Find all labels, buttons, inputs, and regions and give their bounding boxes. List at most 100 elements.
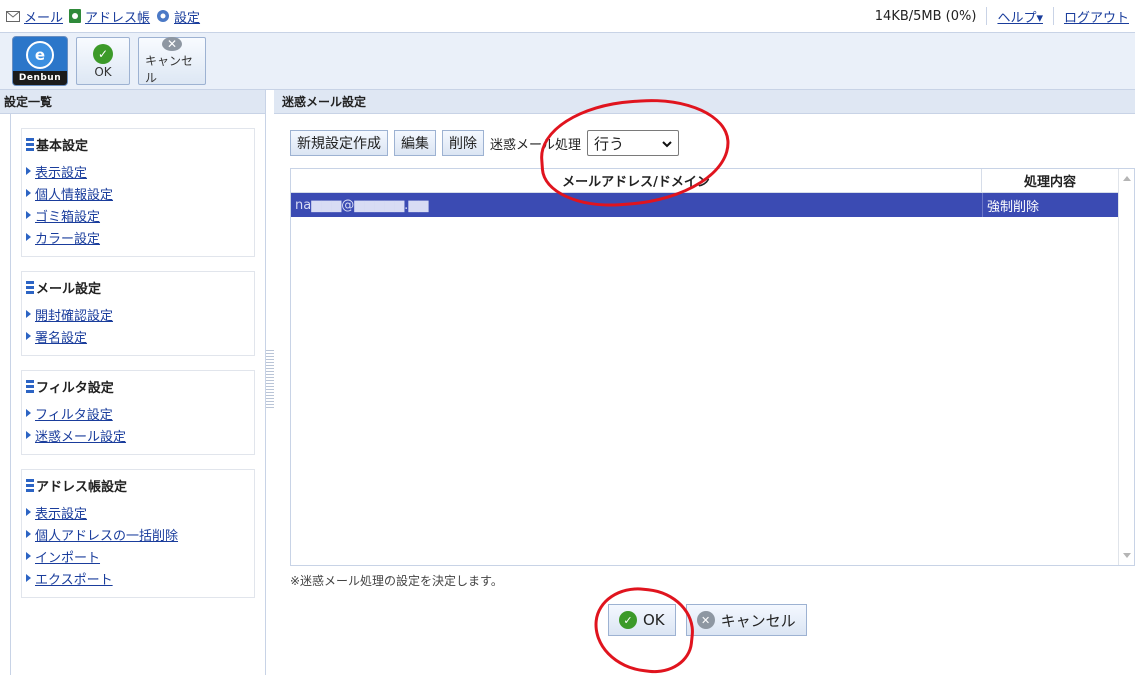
arrow-icon [26, 552, 31, 560]
cancel-icon: ✕ [162, 36, 182, 51]
divider [986, 7, 988, 25]
settings-link[interactable]: 表示設定 [22, 501, 254, 523]
settings-link-label[interactable]: エクスポート [35, 569, 113, 588]
arrow-icon [26, 431, 31, 439]
toolbar-ok-button[interactable]: ✓ OK [76, 37, 130, 85]
settings-link[interactable]: 個人アドレスの一括削除 [22, 523, 254, 545]
group-title: フィルタ設定 [22, 377, 254, 396]
logo-letter: e [26, 41, 54, 69]
settings-link[interactable]: 署名設定 [22, 325, 254, 347]
settings-link[interactable]: 迷惑メール設定 [22, 424, 254, 446]
grip-icon [26, 280, 34, 295]
settings-link-label[interactable]: 表示設定 [35, 503, 87, 522]
settings-link[interactable]: 開封確認設定 [22, 303, 254, 325]
table-header: メールアドレス/ドメイン 処理内容 [291, 169, 1134, 193]
grip-icon [26, 379, 34, 394]
table-row[interactable]: na▆▆▆@▆▆▆▆▆.▆▆ 強制削除 [291, 193, 1118, 217]
scroll-down-icon[interactable] [1123, 553, 1131, 558]
arrow-icon [26, 409, 31, 417]
note-text: ※迷惑メール処理の設定を決定します。 [290, 574, 503, 588]
panel-splitter[interactable] [266, 350, 274, 410]
dialog-buttons: ✓ OK ✕ キャンセル [608, 604, 807, 636]
settings-link[interactable]: インポート [22, 545, 254, 567]
nav-addressbook[interactable]: アドレス帳 [69, 7, 150, 26]
nav-settings[interactable]: 設定 [156, 7, 200, 26]
chevron-down-icon [662, 134, 672, 152]
scroll-up-icon[interactable] [1123, 176, 1131, 181]
arrow-icon [26, 310, 31, 318]
settings-link[interactable]: ゴミ箱設定 [22, 204, 254, 226]
logo-text: Denbun [13, 71, 67, 85]
ok-button[interactable]: ✓ OK [608, 604, 676, 636]
new-setting-button[interactable]: 新規設定作成 [290, 130, 388, 156]
check-icon: ✓ [619, 611, 637, 629]
settings-link[interactable]: エクスポート [22, 567, 254, 589]
group-mail: メール設定 開封確認設定 署名設定 [21, 271, 255, 356]
top-right: 14KB/5MB (0%) ヘルプ▾ ログアウト [875, 7, 1129, 26]
spam-processing-value: 行う [594, 134, 625, 153]
spam-processing-label: 迷惑メール処理 [490, 137, 582, 153]
settings-link[interactable]: 表示設定 [22, 160, 254, 182]
arrow-icon [26, 530, 31, 538]
toolbar-cancel-label: キャンセル [145, 53, 194, 85]
settings-link-label[interactable]: 個人アドレスの一括削除 [35, 525, 178, 544]
settings-link-label[interactable]: 表示設定 [35, 162, 87, 181]
nav-addressbook-label[interactable]: アドレス帳 [85, 7, 150, 26]
toolbar-ok-label: OK [94, 64, 112, 79]
cell-address: na▆▆▆@▆▆▆▆▆.▆▆ [295, 197, 429, 213]
settings-link[interactable]: 個人情報設定 [22, 182, 254, 204]
logout-link[interactable]: ログアウト [1064, 7, 1129, 26]
arrow-icon [26, 189, 31, 197]
settings-link-label[interactable]: 署名設定 [35, 327, 87, 346]
cancel-button[interactable]: ✕ キャンセル [685, 604, 807, 636]
help-menu[interactable]: ヘルプ▾ [997, 7, 1043, 26]
settings-link-label[interactable]: ゴミ箱設定 [35, 206, 100, 225]
top-nav: メール アドレス帳 設定 [6, 7, 200, 26]
mail-icon [6, 10, 20, 22]
nav-settings-label[interactable]: 設定 [174, 7, 200, 26]
gear-icon [156, 9, 170, 23]
addressbook-icon [69, 9, 82, 23]
arrow-icon [26, 167, 31, 175]
settings-link-label[interactable]: フィルタ設定 [35, 404, 113, 423]
nav-mail-label[interactable]: メール [24, 7, 63, 26]
spam-settings-title: 迷惑メール設定 [274, 90, 1135, 114]
spam-toolbar: 新規設定作成 編集 削除 迷惑メール処理 行う [290, 130, 680, 156]
settings-list-panel: 設定一覧 基本設定 表示設定 個人情報設定 ゴミ箱設定 カラー設定 メール設定 … [0, 90, 266, 675]
group-title-label: メール設定 [36, 282, 102, 297]
settings-link[interactable]: カラー設定 [22, 226, 254, 248]
settings-groups: 基本設定 表示設定 個人情報設定 ゴミ箱設定 カラー設定 メール設定 開封確認設… [10, 114, 256, 675]
spam-processing-select[interactable]: 行う [587, 130, 680, 156]
edit-button[interactable]: 編集 [394, 130, 436, 156]
ok-label: OK [643, 611, 665, 629]
settings-link[interactable]: フィルタ設定 [22, 402, 254, 424]
group-title-label: フィルタ設定 [36, 381, 114, 396]
column-action[interactable]: 処理内容 [982, 169, 1118, 192]
settings-link-label[interactable]: 開封確認設定 [35, 305, 113, 324]
arrow-icon [26, 332, 31, 340]
column-address[interactable]: メールアドレス/ドメイン [291, 169, 982, 192]
settings-link-label[interactable]: カラー設定 [35, 228, 100, 247]
settings-link-label[interactable]: 個人情報設定 [35, 184, 113, 203]
spam-address-table: メールアドレス/ドメイン 処理内容 na▆▆▆@▆▆▆▆▆.▆▆ 強制削除 [290, 168, 1135, 566]
toolbar: e Denbun ✓ OK ✕ キャンセル [0, 32, 1135, 90]
delete-button[interactable]: 削除 [442, 130, 484, 156]
toolbar-cancel-button[interactable]: ✕ キャンセル [138, 36, 206, 85]
denbun-logo: e Denbun [12, 36, 68, 86]
grip-icon [26, 137, 34, 152]
group-title: メール設定 [22, 278, 254, 297]
group-title-label: 基本設定 [36, 139, 89, 154]
settings-link-label[interactable]: 迷惑メール設定 [35, 426, 126, 445]
spam-settings-panel: 迷惑メール設定 新規設定作成 編集 削除 迷惑メール処理 行う メールアドレス/… [274, 90, 1135, 675]
group-filter: フィルタ設定 フィルタ設定 迷惑メール設定 [21, 370, 255, 455]
group-title: アドレス帳設定 [22, 476, 254, 495]
settings-link-label[interactable]: インポート [35, 547, 100, 566]
divider [1052, 7, 1054, 25]
cancel-icon: ✕ [696, 611, 715, 629]
top-bar: メール アドレス帳 設定 14KB/5MB (0%) ヘルプ▾ ログアウト [0, 0, 1135, 32]
check-icon: ✓ [93, 43, 113, 64]
table-scrollbar[interactable] [1118, 169, 1134, 565]
group-basic: 基本設定 表示設定 個人情報設定 ゴミ箱設定 カラー設定 [21, 128, 255, 257]
nav-mail[interactable]: メール [6, 7, 63, 26]
storage-quota: 14KB/5MB (0%) [874, 8, 977, 24]
